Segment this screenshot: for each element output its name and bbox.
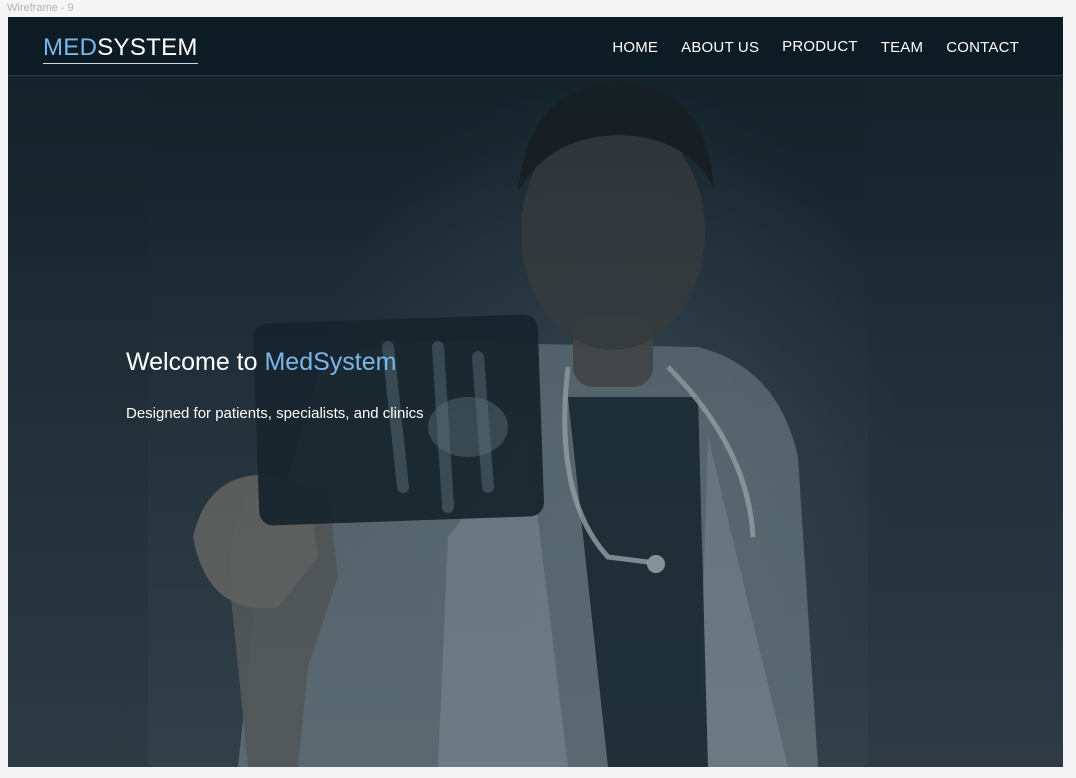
nav-link-product[interactable]: PRODUCT: [782, 38, 858, 56]
medsystem-logo[interactable]: MEDSYSTEM: [43, 34, 198, 64]
hero-dark-overlay: [8, 17, 1063, 767]
nav-link-about-us[interactable]: ABOUT US: [681, 39, 759, 57]
hero-title-accent: MedSystem: [264, 348, 397, 376]
nav-link-team[interactable]: TEAM: [881, 39, 923, 57]
hero-title-prefix: Welcome to: [126, 348, 265, 376]
frame-label: Wireframe - 9: [7, 2, 74, 14]
nav-link-home[interactable]: HOME: [612, 39, 658, 57]
hero-subtitle: Designed for patients, specialists, and …: [126, 405, 424, 422]
nav-link-contact[interactable]: CONTACT: [946, 39, 1019, 57]
logo-rest-text: SYSTEM: [97, 34, 198, 61]
top-navbar: MEDSYSTEM HOME ABOUT US PRODUCT TEAM CON…: [8, 17, 1063, 76]
wireframe-frame: MEDSYSTEM HOME ABOUT US PRODUCT TEAM CON…: [8, 17, 1063, 767]
logo-accent-text: MED: [43, 34, 98, 61]
hero-title: Welcome to MedSystem: [126, 348, 396, 376]
main-nav: HOME ABOUT US PRODUCT TEAM CONTACT: [589, 38, 1019, 57]
